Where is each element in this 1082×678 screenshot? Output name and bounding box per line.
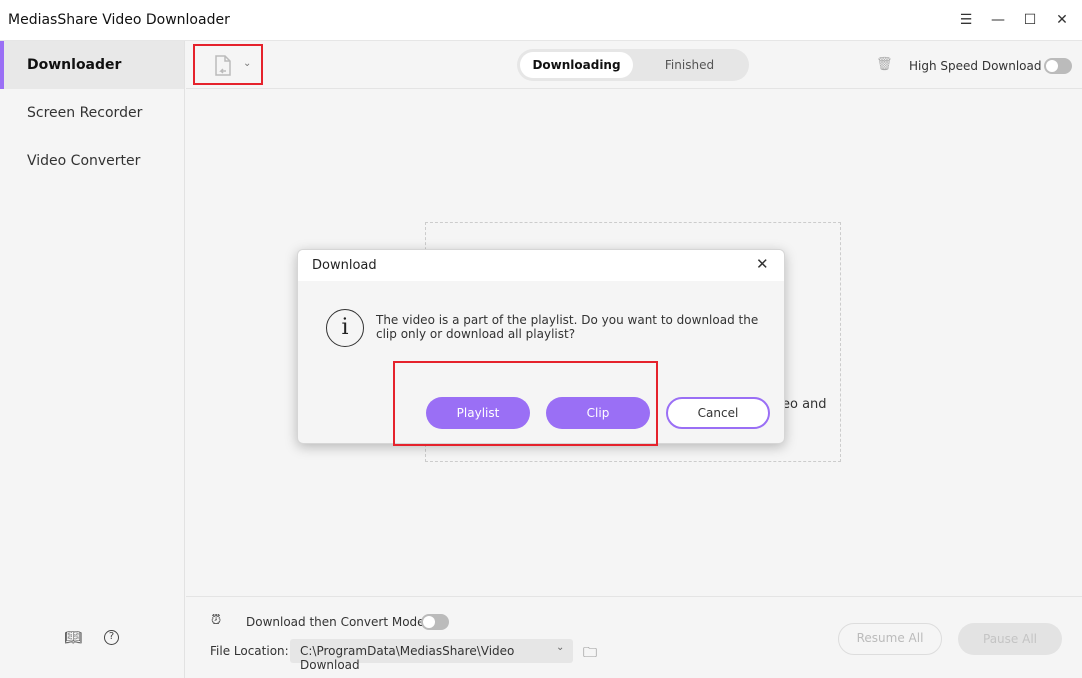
trash-icon[interactable]: 🗑︎ — [876, 57, 893, 72]
paste-file-icon — [215, 55, 231, 76]
book-icon[interactable]: 📖︎ — [64, 630, 82, 646]
help-icon[interactable]: ? — [104, 630, 119, 645]
close-icon[interactable]: ✕ — [1052, 10, 1072, 30]
drop-zone-text: eo and — [782, 397, 827, 412]
file-location-select[interactable]: C:\ProgramData\MediasShare\Video Downloa… — [290, 639, 573, 672]
dialog-close-icon[interactable]: ✕ — [756, 255, 769, 273]
minimize-icon[interactable]: — — [988, 10, 1008, 30]
bottom-bar: ⏰︎ Download then Convert Mode File Locat… — [186, 596, 1082, 678]
high-speed-toggle[interactable] — [1044, 58, 1072, 74]
pause-all-button[interactable]: Pause All — [958, 623, 1062, 655]
high-speed-label: High Speed Download — [909, 59, 1042, 73]
resume-all-button[interactable]: Resume All — [838, 623, 942, 655]
paste-url-button[interactable]: ⌄ — [193, 44, 263, 85]
chevron-down-icon[interactable]: ⌄ — [243, 58, 251, 69]
convert-mode-toggle[interactable] — [421, 614, 449, 630]
maximize-icon[interactable]: ☐ — [1020, 10, 1040, 30]
menu-icon[interactable]: ☰ — [956, 10, 976, 30]
sidebar-item-downloader[interactable]: Downloader — [0, 41, 184, 89]
tab-finished[interactable]: Finished — [633, 52, 746, 78]
dialog-message: The video is a part of the playlist. Do … — [376, 313, 759, 341]
file-location-label: File Location: — [210, 644, 289, 658]
app-title: MediasShare Video Downloader — [8, 12, 230, 28]
tab-downloading[interactable]: Downloading — [520, 52, 633, 78]
download-tabs: Downloading Finished — [517, 49, 749, 81]
cancel-button[interactable]: Cancel — [666, 397, 770, 429]
sidebar: Downloader Screen Recorder Video Convert… — [0, 41, 185, 678]
file-location-value: C:\ProgramData\MediasShare\Video Downloa… — [300, 644, 515, 672]
folder-icon[interactable]: 🗀 — [583, 642, 597, 666]
highlight-box — [393, 361, 658, 446]
sidebar-item-video-converter[interactable]: Video Converter — [0, 137, 184, 185]
alarm-clock-icon: ⏰︎ — [211, 613, 222, 628]
sidebar-item-screen-recorder[interactable]: Screen Recorder — [0, 89, 184, 137]
convert-mode-label: Download then Convert Mode — [246, 615, 425, 629]
info-icon: i — [326, 309, 364, 347]
dialog-header: Download ✕ — [298, 250, 784, 281]
chevron-down-icon: ⌄ — [556, 642, 565, 653]
dialog-title: Download — [312, 258, 377, 273]
title-bar: MediasShare Video Downloader ☰ — ☐ ✕ — [0, 0, 1082, 41]
